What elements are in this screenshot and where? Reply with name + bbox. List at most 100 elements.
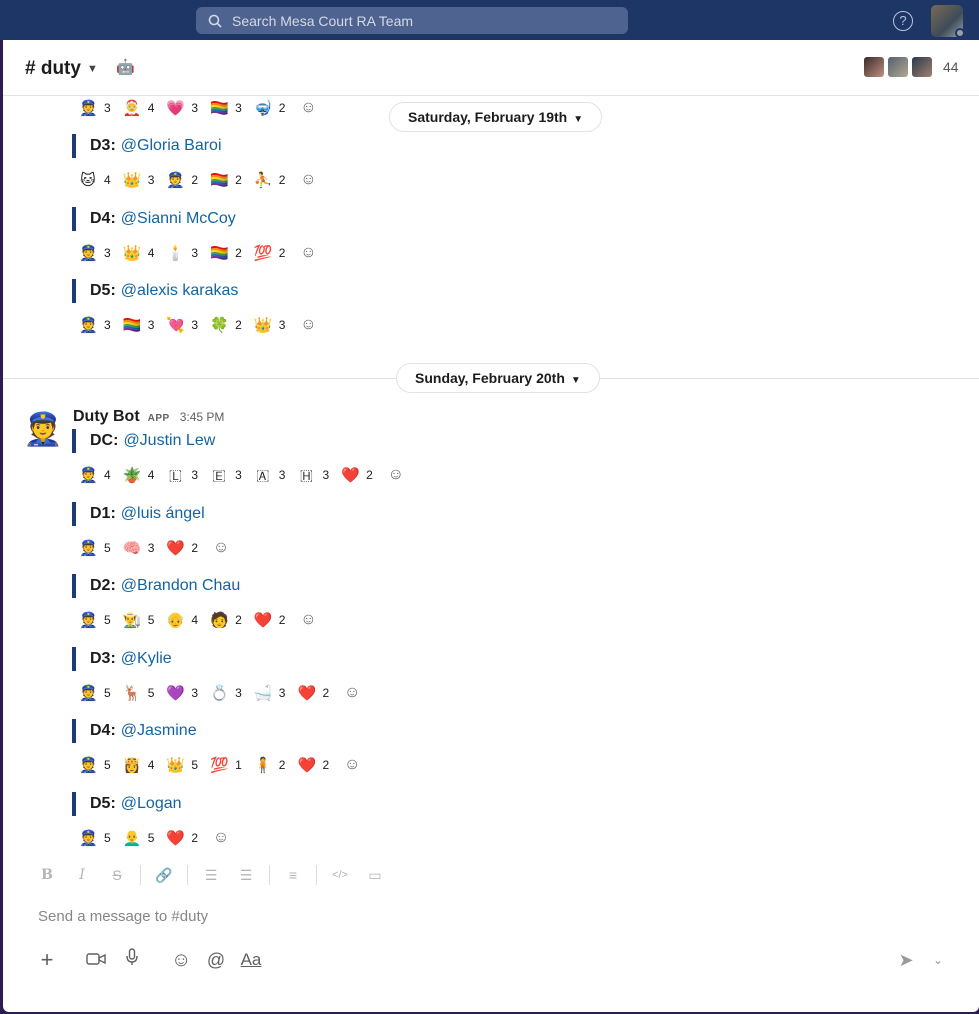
message-input[interactable]: Send a message to #duty <box>38 908 208 925</box>
add-reaction-icon[interactable]: ☺ <box>341 682 363 704</box>
reaction-pill[interactable]: ❤️ 2 <box>341 463 373 487</box>
reaction-pill[interactable]: 🏳️‍🌈 2 <box>210 168 242 192</box>
user-mention-link[interactable]: @Kylie <box>121 650 172 667</box>
reaction-pill[interactable]: 🛁 3 <box>254 681 286 705</box>
reaction-pill[interactable]: 👨‍🦲 5 <box>123 826 155 850</box>
reaction-pill[interactable]: 👮 3 <box>79 241 111 265</box>
reaction-pill[interactable]: 🤿 2 <box>254 97 286 120</box>
date-divider-pill[interactable]: Sunday, February 20th ▼ <box>396 363 600 393</box>
add-reaction-icon[interactable]: ☺ <box>297 169 319 191</box>
reaction-pill[interactable]: 👑 4 <box>123 241 155 265</box>
bulleted-list-icon[interactable]: ☰ <box>234 867 258 884</box>
reaction-pill[interactable]: 🏳️‍🌈 2 <box>210 241 242 265</box>
reaction-pill[interactable]: 👑 5 <box>166 753 198 777</box>
user-mention-link[interactable]: @Sianni McCoy <box>121 210 236 227</box>
help-icon[interactable]: ? <box>893 11 913 31</box>
reaction-pill[interactable]: 👮 3 <box>79 97 111 120</box>
user-mention-link[interactable]: @Jasmine <box>121 722 197 739</box>
reaction-pill[interactable]: 💜 3 <box>166 681 198 705</box>
reaction-pill[interactable]: 👮 2 <box>166 168 198 192</box>
message-feed[interactable]: 👮 3 🤶 4 💗 3 🏳️‍🌈 3 🤿 2 ☺ Saturday, February 19th ▼ … <box>3 97 979 857</box>
reaction-pill[interactable]: 🇭 3 <box>297 463 329 487</box>
blockquote-icon[interactable]: ≡ <box>281 867 305 883</box>
reaction-pill[interactable]: 👮 5 <box>79 826 111 850</box>
microphone-icon[interactable] <box>123 947 141 973</box>
reaction-pill[interactable]: 👮 4 <box>79 463 111 487</box>
reaction-pill[interactable]: 🏳️‍🌈 3 <box>210 97 242 120</box>
text-format-button[interactable]: Aa <box>238 947 264 973</box>
reaction-pill[interactable]: ❤️ 2 <box>297 753 329 777</box>
channel-title-button[interactable]: # duty ▼ <box>25 58 98 80</box>
code-block-icon[interactable]: ▭ <box>363 867 387 884</box>
reaction-pill[interactable]: 🧠 3 <box>123 536 155 560</box>
reaction-pill[interactable]: 🧑 2 <box>210 608 242 632</box>
reaction-pill[interactable]: 👴 4 <box>166 608 198 632</box>
duty-bot-avatar[interactable]: 👮 <box>23 408 65 450</box>
reaction-pill[interactable]: 👮 5 <box>79 536 111 560</box>
message-timestamp[interactable]: 3:45 PM <box>180 410 225 424</box>
reaction-pill[interactable]: 💯 1 <box>210 753 242 777</box>
reaction-pill[interactable]: 🍀 2 <box>210 313 242 337</box>
reaction-pill[interactable]: 👸 4 <box>123 753 155 777</box>
add-reaction-icon[interactable]: ☺ <box>297 314 319 336</box>
user-mention-link[interactable]: @Justin Lew <box>123 432 215 449</box>
link-icon[interactable]: 🔗 <box>152 867 176 884</box>
duty-assignment: DC: @Justin Lew <box>72 429 215 453</box>
reaction-pill[interactable]: ❤️ 2 <box>254 608 286 632</box>
workspace-search[interactable]: Search Mesa Court RA Team <box>196 7 628 34</box>
reaction-pill[interactable]: 👮 5 <box>79 608 111 632</box>
video-icon[interactable] <box>85 947 107 973</box>
reaction-pill[interactable]: ❤️ 2 <box>297 681 329 705</box>
member-list-button[interactable]: 44 <box>863 56 959 78</box>
reaction-pill[interactable]: 👮 5 <box>79 753 111 777</box>
emoji-icon[interactable]: ☺ <box>171 947 191 973</box>
reaction-pill[interactable]: 👑 3 <box>123 168 155 192</box>
add-reaction-icon[interactable]: ☺ <box>210 537 232 559</box>
reaction-pill[interactable]: 🤶 4 <box>123 97 155 120</box>
channel-bot-icon[interactable]: 🤖 <box>116 58 136 78</box>
reaction-pill[interactable]: 🕯️ 3 <box>166 241 198 265</box>
plus-icon[interactable]: + <box>37 947 57 973</box>
reaction-pill[interactable]: 👮 3 <box>79 313 111 337</box>
reaction-pill[interactable]: 🇪 3 <box>210 463 241 487</box>
reaction-emoji-icon: 🇭 <box>299 466 314 484</box>
user-mention-link[interactable]: @luis ángel <box>121 505 205 522</box>
reaction-pill[interactable]: ❤️ 2 <box>166 826 198 850</box>
italic-icon[interactable]: I <box>70 867 94 883</box>
mention-icon[interactable]: @ <box>206 947 226 973</box>
sender-name[interactable]: Duty Bot <box>73 408 140 426</box>
user-mention-link[interactable]: @Logan <box>121 795 182 812</box>
reaction-pill[interactable]: 🇱 3 <box>166 463 198 487</box>
reaction-pill[interactable]: 💗 3 <box>166 97 198 120</box>
add-reaction-icon[interactable]: ☺ <box>297 97 319 119</box>
reaction-pill[interactable]: 👮 5 <box>79 681 111 705</box>
user-mention-link[interactable]: @Gloria Baroi <box>121 137 222 154</box>
reaction-pill[interactable]: 👑 3 <box>254 313 286 337</box>
reaction-pill[interactable]: 💯 2 <box>254 241 286 265</box>
add-reaction-icon[interactable]: ☺ <box>297 609 319 631</box>
send-icon[interactable]: ➤ <box>895 947 917 973</box>
add-reaction-icon[interactable]: ☺ <box>341 754 363 776</box>
add-reaction-icon[interactable]: ☺ <box>210 827 232 849</box>
strikethrough-icon[interactable]: S <box>105 867 129 883</box>
reaction-pill[interactable]: 🇦 3 <box>254 463 285 487</box>
reaction-pill[interactable]: 🧍 2 <box>254 753 286 777</box>
reaction-pill[interactable]: ⛹️ 2 <box>254 168 286 192</box>
reaction-pill[interactable]: 🐱 4 <box>79 168 111 192</box>
reaction-pill[interactable]: 🦌 5 <box>123 681 155 705</box>
reaction-pill[interactable]: 🏳️‍🌈 3 <box>123 313 155 337</box>
code-icon[interactable]: </> <box>328 869 352 881</box>
send-options-chevron-icon[interactable]: ⌄ <box>931 947 945 973</box>
user-mention-link[interactable]: @alexis karakas <box>121 282 239 299</box>
ordered-list-icon[interactable]: ☰ <box>199 867 223 884</box>
reaction-pill[interactable]: 💍 3 <box>210 681 242 705</box>
add-reaction-icon[interactable]: ☺ <box>297 242 319 264</box>
user-mention-link[interactable]: @Brandon Chau <box>121 577 240 594</box>
reaction-pill[interactable]: 👨‍🌾 5 <box>123 608 155 632</box>
date-divider-pill[interactable]: Saturday, February 19th ▼ <box>389 102 603 132</box>
reaction-pill[interactable]: 💘 3 <box>166 313 198 337</box>
bold-icon[interactable]: B <box>35 867 59 883</box>
reaction-pill[interactable]: 🪴 4 <box>123 463 155 487</box>
reaction-pill[interactable]: ❤️ 2 <box>166 536 198 560</box>
add-reaction-icon[interactable]: ☺ <box>385 464 407 486</box>
